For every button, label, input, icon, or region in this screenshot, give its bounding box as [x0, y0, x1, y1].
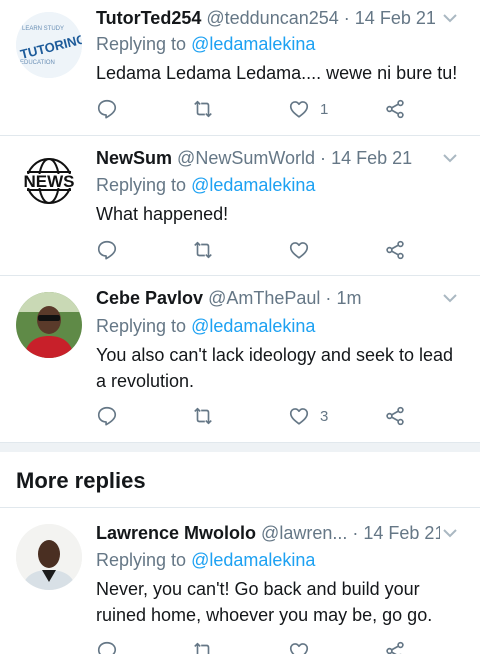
timestamp[interactable]: 14 Feb 21 [363, 523, 440, 543]
heart-icon [289, 408, 309, 425]
tweet-text: Ledama Ledama Ledama.... wewe ni bure tu… [96, 63, 458, 83]
mention-link[interactable]: @ledamalekina [191, 316, 315, 336]
retweet-icon [194, 241, 212, 259]
replying-to-label: Replying to [96, 175, 187, 195]
chevron-down-icon[interactable] [440, 8, 460, 28]
replying-to-label: Replying to [96, 550, 187, 570]
tweet-actions [96, 636, 426, 654]
heart-icon [289, 101, 309, 118]
replying-to: Replying to @ledamalekina [96, 173, 315, 197]
like-count: 1 [320, 100, 329, 118]
chevron-down-icon[interactable] [440, 523, 460, 543]
retweet-button[interactable] [192, 235, 214, 265]
like-button[interactable]: 1 [288, 94, 328, 124]
reply-icon [97, 641, 117, 654]
reply-button[interactable] [96, 94, 118, 124]
share-icon [386, 99, 404, 119]
tweet-text: Never, you can't! Go back and build your… [96, 579, 433, 625]
avatar[interactable] [16, 292, 82, 358]
more-replies-heading: More replies [16, 468, 146, 493]
tweet-actions [96, 235, 426, 265]
tweet[interactable]: Lawrence Mwololo @lawren... · 14 Feb 21 … [0, 508, 480, 654]
mention-link[interactable]: @ledamalekina [191, 34, 315, 54]
mention-link[interactable]: @ledamalekina [191, 175, 315, 195]
tweet-header: TutorTed254 @tedduncan254 · 14 Feb 21 [96, 6, 440, 30]
mention-link[interactable]: @ledamalekina [191, 550, 315, 570]
reply-icon [97, 406, 117, 426]
tweet-header: NewSum @NewSumWorld · 14 Feb 21 [96, 146, 440, 170]
retweet-button[interactable] [192, 636, 214, 654]
tweet[interactable]: NEWS NewSum @NewSumWorld · 14 Feb 21 Rep… [0, 136, 480, 276]
like-button[interactable]: 3 [288, 401, 328, 431]
reply-button[interactable] [96, 636, 118, 654]
tweet-text: You also can't lack ideology and seek to… [96, 345, 454, 391]
reply-icon [97, 99, 117, 119]
user-handle[interactable]: @NewSumWorld [177, 148, 315, 168]
replying-to-label: Replying to [96, 316, 187, 336]
share-icon [386, 641, 404, 654]
person-photo-icon [16, 524, 82, 590]
person-photo-icon [16, 292, 82, 358]
display-name[interactable]: TutorTed254 [96, 8, 201, 28]
tweet-text: What happened! [96, 204, 229, 224]
retweet-icon [194, 100, 212, 118]
reply-button[interactable] [96, 401, 118, 431]
avatar[interactable]: LEARN STUDY EDUCATION TUTORING [16, 12, 82, 78]
tweet-header: Cebe Pavlov @AmThePaul · 1m [96, 286, 440, 310]
tweet-header: Lawrence Mwololo @lawren... · 14 Feb 21 [96, 521, 440, 545]
chevron-down-icon[interactable] [440, 288, 460, 308]
heart-icon [289, 242, 309, 259]
share-button[interactable] [384, 235, 406, 265]
replying-to: Replying to @ledamalekina [96, 314, 315, 338]
share-icon [386, 240, 404, 260]
retweet-button[interactable] [192, 401, 214, 431]
display-name[interactable]: Lawrence Mwololo [96, 523, 256, 543]
share-icon [386, 406, 404, 426]
separator-dot: · [325, 288, 332, 308]
retweet-icon [194, 407, 212, 425]
timestamp[interactable]: 1m [336, 288, 361, 308]
replying-to: Replying to @ledamalekina [96, 548, 315, 572]
separator-dot: · [343, 8, 350, 28]
display-name[interactable]: Cebe Pavlov [96, 288, 203, 308]
tutoring-logo-icon: LEARN STUDY EDUCATION TUTORING [16, 12, 82, 78]
user-handle[interactable]: @lawren... [261, 523, 347, 543]
like-button[interactable] [288, 235, 320, 265]
display-name[interactable]: NewSum [96, 148, 172, 168]
separator-dot: · [320, 148, 327, 168]
chevron-down-icon[interactable] [440, 148, 460, 168]
section-divider [0, 442, 480, 452]
tweet-actions: 1 [96, 94, 426, 124]
avatar[interactable] [16, 524, 82, 590]
replying-to: Replying to @ledamalekina [96, 32, 315, 56]
timestamp[interactable]: 14 Feb 21 [355, 8, 436, 28]
share-button[interactable] [384, 94, 406, 124]
svg-text:LEARN STUDY: LEARN STUDY [22, 26, 64, 32]
user-handle[interactable]: @tedduncan254 [206, 8, 338, 28]
retweet-icon [194, 642, 210, 654]
avatar[interactable]: NEWS [16, 148, 82, 214]
reply-icon [97, 240, 117, 260]
heart-icon [289, 643, 309, 654]
tweet[interactable]: Cebe Pavlov @AmThePaul · 1m Replying to … [0, 276, 480, 442]
user-handle[interactable]: @AmThePaul [208, 288, 320, 308]
timestamp[interactable]: 14 Feb 21 [331, 148, 412, 168]
separator-dot: · [352, 523, 359, 543]
like-count: 3 [320, 407, 329, 425]
reply-button[interactable] [96, 235, 118, 265]
like-button[interactable] [288, 636, 320, 654]
tweet[interactable]: LEARN STUDY EDUCATION TUTORING TutorTed2… [0, 0, 480, 136]
share-button[interactable] [384, 401, 406, 431]
tweet-actions: 3 [96, 401, 426, 431]
svg-text:NEWS: NEWS [24, 172, 75, 191]
news-logo-icon: NEWS [16, 158, 82, 204]
replying-to-label: Replying to [96, 34, 187, 54]
share-button[interactable] [384, 636, 406, 654]
retweet-button[interactable] [192, 94, 214, 124]
